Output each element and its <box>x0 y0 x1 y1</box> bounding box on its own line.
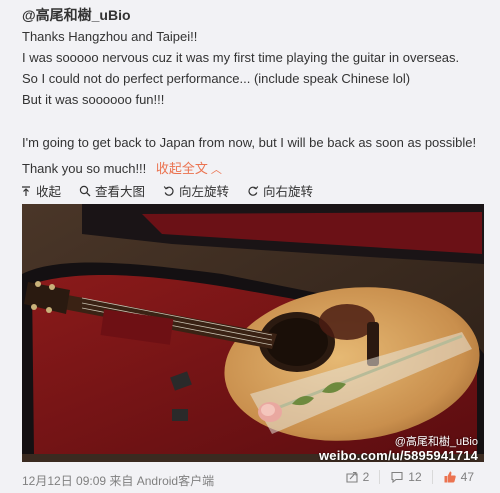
repost-count: 2 <box>362 470 370 484</box>
rotate-right-label: 向右旋转 <box>263 185 314 199</box>
comment-button[interactable]: 12 <box>379 470 431 484</box>
post-actions: 2 12 47 <box>335 470 484 484</box>
post-line-4: But it was soooooo fun!!! <box>22 92 165 107</box>
post-line-1: Thanks Hangzhou and Taipei!! <box>22 29 198 44</box>
post-line-2: I was sooooo nervous cuz it was my first… <box>22 50 460 65</box>
post-closing-line: Thank you so much!!! 收起全文 ︿ <box>22 160 222 179</box>
repost-button[interactable]: 2 <box>335 470 380 484</box>
post-thanks-text: Thank you so much!!! <box>22 161 147 176</box>
collapse-image-button[interactable]: 收起 <box>20 181 61 200</box>
rotate-left-button[interactable]: 向左旋转 <box>163 181 229 200</box>
comment-icon <box>391 471 403 484</box>
watermark-url: weibo.com/u/5895941714 <box>318 448 478 462</box>
image-toolbar: 收起 查看大图 向左旋转 向右旋转 <box>20 181 313 200</box>
rotate-right-icon <box>248 185 259 196</box>
rotate-right-button[interactable]: 向右旋转 <box>247 181 313 200</box>
guitar-in-case-photo <box>22 204 484 462</box>
like-button[interactable]: 47 <box>431 470 484 484</box>
rotate-left-label: 向左旋转 <box>179 185 230 199</box>
thumbs-up-icon <box>444 471 456 483</box>
chevron-up-icon: ︿ <box>210 164 222 176</box>
post-author[interactable]: @高尾和樹_uBio <box>22 5 131 25</box>
collapse-full-text-link[interactable]: 收起全文 ︿ <box>156 161 222 176</box>
collapse-image-label: 收起 <box>36 185 62 199</box>
collapse-full-text-label: 收起全文 <box>155 161 208 176</box>
post-line-3: So I could not do perfect performance...… <box>22 71 411 86</box>
post-line-5: I'm going to get back to Japan from now,… <box>22 135 477 150</box>
rotate-left-icon <box>163 185 174 196</box>
image-watermark: @高尾和樹_uBio weibo.com/u/5895941714 <box>319 436 478 462</box>
collapse-up-icon <box>22 185 30 196</box>
post-photo[interactable]: @高尾和樹_uBio weibo.com/u/5895941714 <box>22 204 484 462</box>
view-large-image-label: 查看大图 <box>95 185 146 199</box>
post-meta[interactable]: 12月12日 09:09 来自 Android客户端 <box>22 472 214 489</box>
magnifier-icon <box>79 185 91 196</box>
view-large-image-button[interactable]: 查看大图 <box>79 181 145 200</box>
weibo-post: @高尾和樹_uBio Thanks Hangzhou and Taipei!! … <box>0 0 500 493</box>
comment-count: 12 <box>408 470 422 484</box>
repost-icon <box>346 471 358 483</box>
post-content: Thanks Hangzhou and Taipei!! I was soooo… <box>22 26 482 153</box>
like-count: 47 <box>460 470 474 484</box>
